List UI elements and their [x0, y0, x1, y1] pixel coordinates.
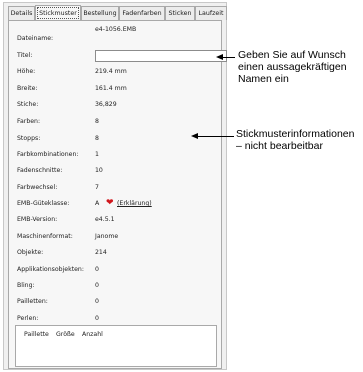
callout-info-line2: – nicht bearbeitbar	[236, 140, 323, 152]
label-dateiname: Dateiname:	[17, 35, 54, 42]
label-version: EMB-Version:	[17, 216, 58, 223]
label-farbkombinationen: Farbkombinationen:	[17, 151, 79, 158]
value-maschinenformat: Janome	[95, 233, 119, 240]
stickmuster-content: Dateiname: e4-1056.EMB Titel: Höhe: 219.…	[8, 20, 227, 369]
value-stiche: 36,829	[95, 101, 117, 108]
column-groesse[interactable]: Größe	[56, 330, 75, 340]
erklaerung-link[interactable]: (Erklärung)	[117, 198, 152, 210]
value-objekte: 214	[95, 249, 107, 256]
tab-fadenfarben[interactable]: Fadenfarben	[119, 6, 165, 20]
value-bling: 0	[95, 282, 99, 289]
callout-info-line1: Stickmusterinformationen	[236, 128, 355, 140]
value-perlen: 0	[95, 315, 99, 322]
callout-title-line3: Namen ein	[238, 73, 289, 85]
label-stiche: Stiche:	[17, 101, 39, 108]
label-titel: Titel:	[17, 52, 33, 59]
label-hoehe: Höhe:	[17, 68, 36, 75]
label-bling: Bling:	[17, 282, 35, 289]
tab-stickmuster[interactable]: Stickmuster	[35, 5, 81, 21]
tab-details[interactable]: Details	[8, 6, 35, 20]
value-guteklasse: A	[95, 200, 100, 207]
heart-icon: ❤	[106, 198, 114, 208]
value-version: e4.5.1	[95, 216, 115, 223]
callout-line-info	[196, 136, 234, 137]
label-fadenschnitte: Fadenschnitte:	[17, 167, 63, 174]
value-dateiname: e4-1056.EMB	[95, 26, 137, 33]
value-hoehe: 219.4 mm	[95, 68, 127, 75]
tab-bestellung[interactable]: Bestellung	[81, 6, 119, 20]
value-farbkombinationen: 1	[95, 151, 99, 158]
label-breite: Breite:	[17, 85, 38, 92]
label-objekte: Objekte:	[17, 249, 44, 256]
value-breite: 161.4 mm	[95, 85, 127, 92]
arrow-left-icon	[191, 133, 198, 139]
label-farben: Farben:	[17, 118, 41, 125]
value-farben: 8	[95, 118, 99, 125]
value-farbwechsel: 7	[95, 184, 99, 191]
label-farbwechsel: Farbwechsel:	[17, 184, 58, 191]
tab-sticken[interactable]: Sticken	[165, 6, 195, 20]
value-fadenschnitte: 10	[95, 167, 103, 174]
paillette-list[interactable]: Paillette Größe Anzahl	[15, 325, 217, 367]
properties-panel: Details Stickmuster Bestellung Fadenfarb…	[3, 2, 227, 370]
label-pailletten: Pailletten:	[17, 298, 48, 305]
title-input[interactable]	[95, 50, 227, 62]
tab-laufzeit[interactable]: Laufzeit	[195, 6, 227, 20]
value-pailletten: 0	[95, 298, 99, 305]
label-stopps: Stopps:	[17, 135, 41, 142]
column-paillette[interactable]: Paillette	[24, 330, 49, 340]
label-applikationsobjekten: Applikationsobjekten:	[17, 266, 84, 273]
callout-title-line1: Geben Sie auf Wunsch	[238, 49, 346, 61]
label-perlen: Perlen:	[17, 315, 39, 322]
value-applikationsobjekten: 0	[95, 266, 99, 273]
label-maschinenformat: Maschinenformat:	[17, 233, 73, 240]
label-guteklasse: EMB-Güteklasse:	[17, 200, 70, 207]
callout-title-line2: einen aussagekräftigen	[238, 61, 347, 73]
column-anzahl[interactable]: Anzahl	[82, 330, 103, 340]
arrow-left-icon	[216, 54, 223, 60]
callout-line-title	[221, 57, 235, 58]
value-stopps: 8	[95, 135, 99, 142]
